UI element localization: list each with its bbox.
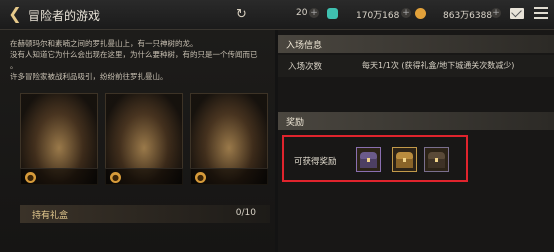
add-gold-button[interactable]: + [491, 8, 501, 18]
intro-line: 许多冒险家被战利品吸引，纷纷前往罗扎曼山。 [10, 72, 168, 81]
currency-silver-value: 20 [296, 8, 308, 18]
page-title: 冒险者的游戏 [28, 9, 101, 23]
entry-info-title: 入场信息 [286, 41, 323, 51]
intro-line: 没有人知道它为什么会出现在这里，为什么要种树，有的只是一个传闻而已 [10, 50, 258, 59]
gift-count: 0/10 [235, 208, 256, 218]
back-arrow-icon[interactable]: ❮ [6, 5, 24, 23]
reward-title: 奖励 [286, 118, 305, 128]
intro-line: 。 [10, 61, 18, 70]
currency-gem-value: 170万168 [356, 11, 400, 21]
menu-icon[interactable] [534, 7, 548, 20]
dungeon-card-bar: ● [20, 168, 98, 185]
gift-status-icon: ● [25, 172, 36, 183]
green-gem-icon [327, 8, 338, 19]
entry-count-value: 每天1/1次 (获得礼盒/地下城通关次数减少) [362, 61, 515, 70]
gold-chest-icon[interactable] [392, 147, 417, 172]
intro-line: 在赫顿玛尔和素喃之间的罗扎曼山上，有一只神树的龙。 [10, 39, 198, 48]
right-panel: 入场信息 入场次数 每天1/1次 (获得礼盒/地下城通关次数减少) 奖励 可获得… [278, 30, 554, 252]
left-panel: 在赫顿玛尔和素喃之间的罗扎曼山上，有一只神树的龙。 没有人知道它为什么会出现在这… [0, 30, 275, 252]
gift-status-icon: ● [195, 172, 206, 183]
entry-count-label: 入场次数 [288, 62, 323, 72]
gift-label: 持有礼盒 [32, 211, 69, 221]
dungeon-card-bar: ● [105, 168, 183, 185]
dark-chest-icon[interactable] [424, 147, 449, 172]
reward-box: 可获得奖励 [282, 135, 468, 182]
gift-status-icon: ● [110, 172, 121, 183]
entry-count-row: 入场次数 每天1/1次 (获得礼盒/地下城通关次数减少) [278, 55, 554, 77]
currency-gold-value: 863万6388 [443, 11, 493, 21]
reward-header: 奖励 [278, 112, 554, 130]
refresh-icon[interactable]: ↻ [236, 7, 247, 22]
purple-chest-icon[interactable] [356, 147, 381, 172]
top-bar: ❮ 冒险者的游戏 ↻ 20 + 170万168 + 863万6388 + [0, 0, 554, 30]
intro-text: 在赫顿玛尔和素喃之间的罗扎曼山上，有一只神树的龙。 没有人知道它为什么会出现在这… [10, 38, 270, 82]
dungeon-card-bar: ● [190, 168, 268, 185]
add-gem-button[interactable]: + [401, 8, 411, 18]
gold-coin-icon [415, 8, 426, 19]
reward-label: 可获得奖励 [294, 157, 337, 167]
gift-count-bar: 持有礼盒 0/10 [20, 205, 270, 223]
add-silver-button[interactable]: + [309, 8, 319, 18]
entry-info-header: 入场信息 [278, 35, 554, 53]
mail-icon[interactable] [510, 8, 524, 19]
